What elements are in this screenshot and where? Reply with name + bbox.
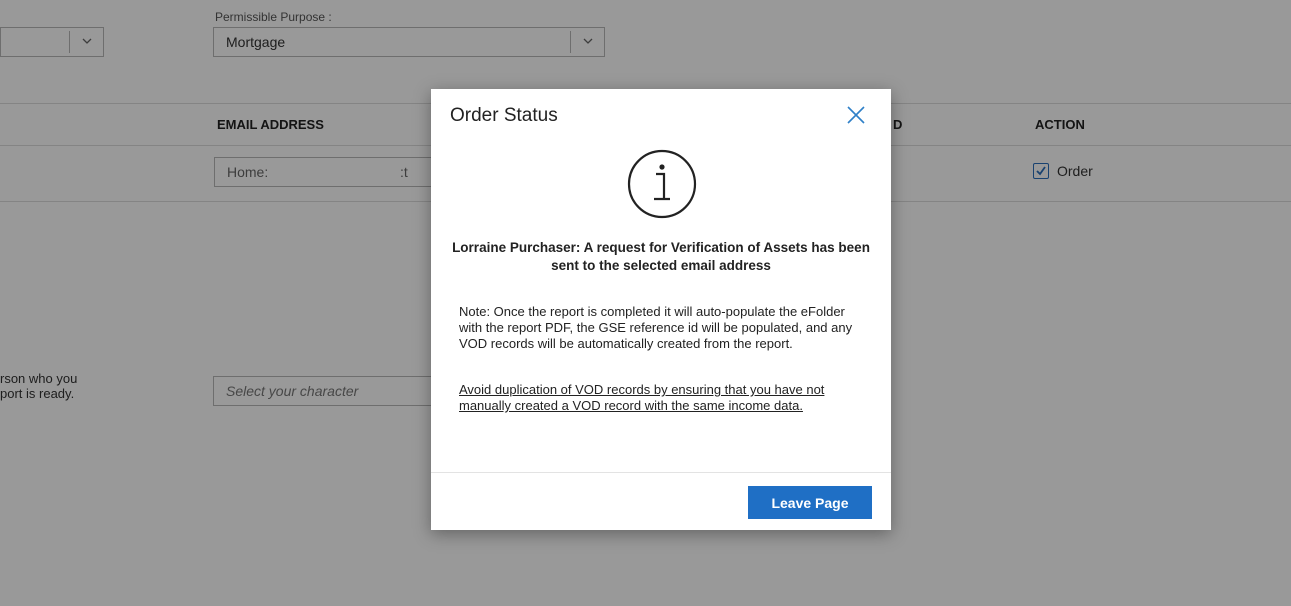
order-status-dialog: Order Status Lorraine Purchaser: A reque… (431, 89, 891, 530)
leave-page-button[interactable]: Leave Page (748, 486, 872, 519)
dialog-note: Note: Once the report is completed it wi… (459, 304, 853, 351)
dialog-footer-divider (431, 472, 891, 473)
dialog-title: Order Status (450, 105, 558, 126)
vod-duplication-link[interactable]: Avoid duplication of VOD records by ensu… (459, 382, 869, 414)
info-circle-icon (620, 142, 704, 231)
close-icon[interactable] (844, 103, 868, 127)
dialog-message: Lorraine Purchaser: A request for Verifi… (452, 240, 870, 273)
